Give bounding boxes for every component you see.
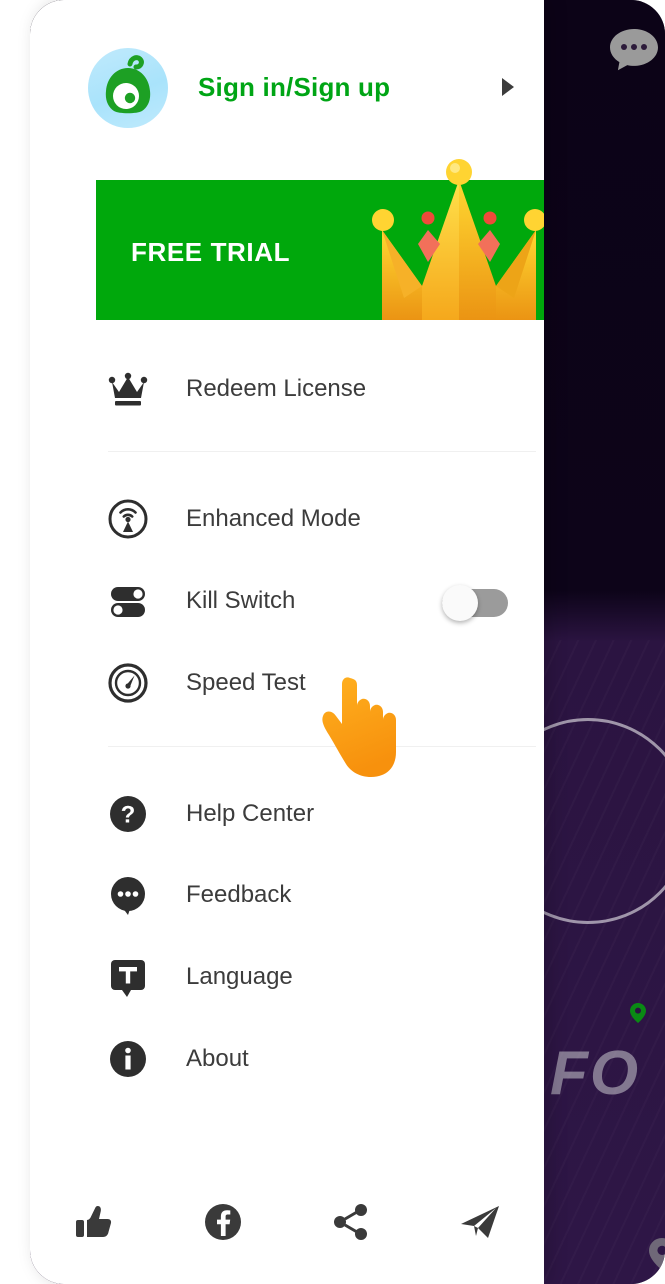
divider <box>108 451 536 452</box>
chat-bubble-icon[interactable] <box>608 28 660 72</box>
kill-switch-toggle[interactable] <box>442 585 508 621</box>
question-circle-icon: ? <box>106 794 150 834</box>
menu-label: Enhanced Mode <box>186 505 361 532</box>
info-circle-icon <box>106 1039 150 1079</box>
svg-text:?: ? <box>121 802 136 829</box>
menu-item-redeem-license[interactable]: Redeem License <box>30 361 544 417</box>
menu-label: About <box>186 1045 249 1072</box>
free-trial-label: FREE TRIAL <box>131 237 291 267</box>
map-pin-icon <box>630 1003 646 1023</box>
broadcast-tower-icon <box>106 499 150 539</box>
free-trial-banner[interactable]: FREE TRIAL <box>96 159 544 320</box>
thumbs-up-icon[interactable] <box>30 1200 159 1244</box>
menu-item-kill-switch[interactable]: Kill Switch <box>30 573 544 629</box>
account-label: Sign in/Sign up <box>198 72 391 102</box>
menu-label: Kill Switch <box>186 587 296 614</box>
social-links-bar <box>30 1184 544 1260</box>
menu-label: Help Center <box>186 800 315 827</box>
divider <box>108 746 536 747</box>
telegram-icon[interactable] <box>416 1200 545 1244</box>
menu-label: Redeem License <box>186 375 367 402</box>
menu-item-language[interactable]: Language <box>30 949 544 1005</box>
chat-bubble-dots-icon <box>106 875 150 915</box>
location-pin-icon <box>649 1238 665 1270</box>
menu-item-enhanced-mode[interactable]: Enhanced Mode <box>30 491 544 547</box>
toggle-knob <box>442 585 478 621</box>
menu-item-feedback[interactable]: Feedback <box>30 867 544 923</box>
menu-item-speed-test[interactable]: Speed Test <box>30 655 544 711</box>
account-sign-in-row[interactable]: Sign in/Sign up <box>30 0 544 175</box>
menu-item-about[interactable]: About <box>30 1031 544 1087</box>
menu-item-help-center[interactable]: ? Help Center <box>30 786 544 842</box>
share-icon[interactable] <box>287 1200 416 1244</box>
alien-mascot-logo <box>88 47 168 128</box>
menu-label: Speed Test <box>186 669 306 696</box>
chevron-right-icon[interactable] <box>502 78 514 96</box>
menu-label: Feedback <box>186 881 292 908</box>
toggles-icon <box>106 581 150 621</box>
background-logo-text: FO <box>550 1039 641 1108</box>
crown-icon <box>106 372 150 406</box>
speedometer-icon <box>106 663 150 703</box>
navigation-drawer: Sign in/Sign up FREE TRIAL Redeem Licens… <box>30 0 544 1284</box>
facebook-icon[interactable] <box>159 1200 288 1244</box>
crown-illustration <box>364 158 544 320</box>
translate-bubble-icon <box>106 957 150 997</box>
menu-label: Language <box>186 963 293 990</box>
